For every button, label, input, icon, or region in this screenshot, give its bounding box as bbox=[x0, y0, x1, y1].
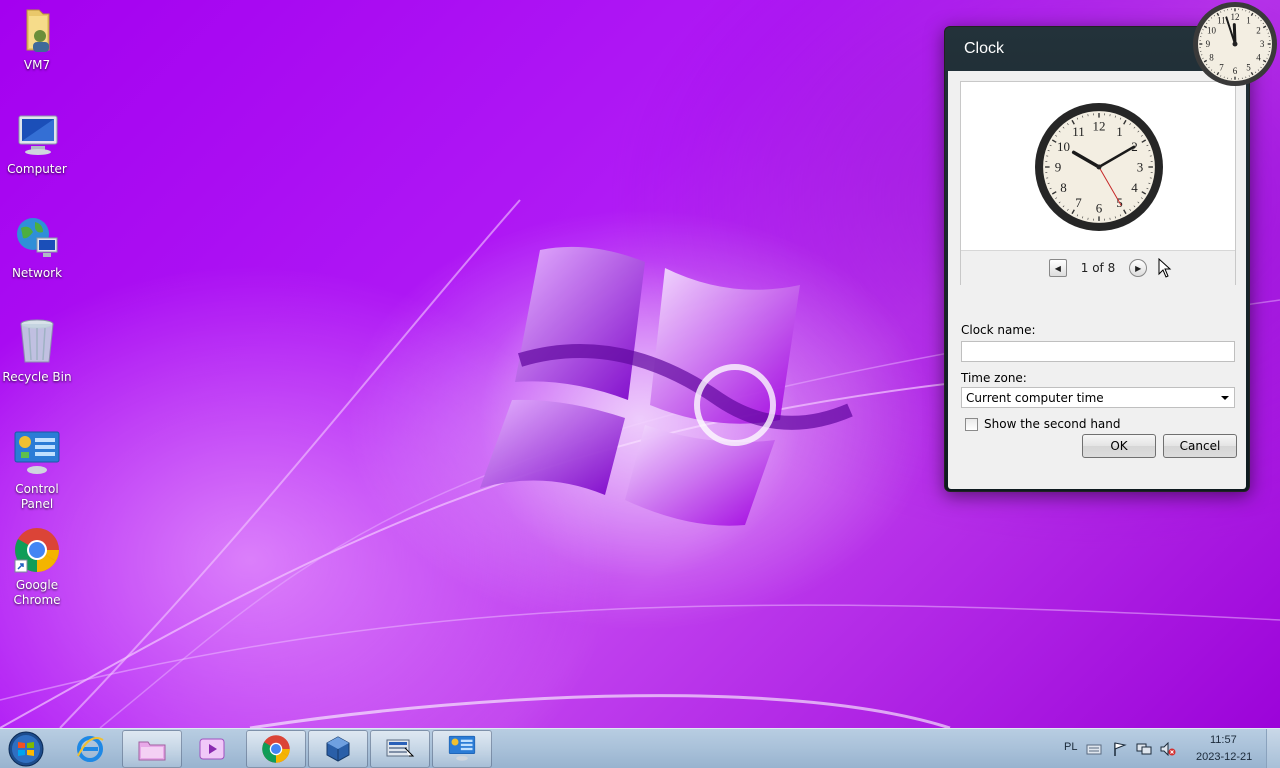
desktop-clock-gadget[interactable]: 12 12 3 45678 9 1011 bbox=[1192, 1, 1278, 87]
desktop-icon-google-chrome[interactable]: Google Chrome bbox=[0, 526, 74, 608]
clock-numeral: 11 bbox=[1072, 124, 1085, 139]
clock-numeral: 6 bbox=[1096, 201, 1103, 216]
clock-name-input[interactable] bbox=[961, 341, 1235, 362]
clock-numeral: 9 bbox=[1206, 39, 1211, 49]
arrow-right-icon: ▶ bbox=[1135, 263, 1142, 273]
tray-time[interactable]: 11:57 bbox=[1210, 734, 1237, 746]
clock-numeral: 1 bbox=[1246, 16, 1251, 26]
virtualbox-icon bbox=[326, 736, 350, 762]
clock-center-pin bbox=[1096, 164, 1102, 170]
clock-numeral: 11 bbox=[1217, 16, 1226, 26]
chrome-icon bbox=[14, 528, 59, 573]
desktop-icon-label: Recycle Bin bbox=[2, 370, 72, 384]
second-hand-label: Show the second hand bbox=[984, 417, 1121, 431]
taskbar-internet-explorer[interactable] bbox=[60, 730, 120, 768]
desktop-icon-label: VM7 bbox=[23, 58, 51, 72]
chrome-icon bbox=[262, 735, 290, 763]
tray-date[interactable]: 2023-12-21 bbox=[1196, 751, 1252, 763]
clock-numeral: 6 bbox=[1233, 66, 1238, 76]
ok-button[interactable]: OK bbox=[1082, 434, 1156, 458]
clock-numeral: 4 bbox=[1131, 180, 1138, 195]
taskbar-windows-explorer[interactable] bbox=[122, 730, 182, 768]
desktop-icon-label: Network bbox=[11, 266, 63, 280]
clock-numeral: 9 bbox=[1055, 160, 1062, 175]
network-tray-icon[interactable] bbox=[1136, 742, 1152, 756]
folder-icon bbox=[138, 741, 166, 761]
clock-numeral: 7 bbox=[1075, 195, 1082, 210]
taskbar-media-player[interactable] bbox=[182, 730, 242, 768]
taskbar-virtualbox[interactable] bbox=[308, 730, 368, 768]
clock-center-pin bbox=[1232, 41, 1238, 47]
start-button[interactable] bbox=[6, 730, 46, 768]
preview-pager: ◀ 1 of 8 ▶ bbox=[961, 250, 1235, 285]
clock-numeral: 8 bbox=[1209, 53, 1214, 63]
arrow-left-icon: ◀ bbox=[1054, 263, 1061, 273]
time-zone-value: Current computer time bbox=[966, 391, 1104, 405]
next-clock-button[interactable]: ▶ bbox=[1129, 259, 1148, 277]
taskbar-google-chrome[interactable] bbox=[246, 730, 306, 768]
desktop-icon-label: Computer bbox=[7, 162, 67, 176]
taskbar-on-screen-keyboard[interactable] bbox=[370, 730, 430, 768]
language-indicator[interactable]: PL bbox=[1064, 741, 1077, 753]
dropdown-arrow-icon bbox=[1221, 396, 1229, 400]
clock-numeral: 12 bbox=[1231, 12, 1240, 22]
desktop-icon-recycle-bin[interactable]: Recycle Bin bbox=[0, 318, 74, 385]
desktop-icon-label: Control Panel bbox=[15, 482, 59, 511]
control-panel-icon bbox=[14, 431, 60, 474]
volume-muted-icon[interactable] bbox=[1160, 742, 1176, 756]
clock-name-label: Clock name: bbox=[961, 323, 1036, 337]
clock-numeral: 4 bbox=[1256, 53, 1261, 63]
previous-clock-button[interactable]: ◀ bbox=[1048, 259, 1067, 277]
clock-settings-window: Clock 121234567891011 ◀ 1 of 8 ▶ Clock n… bbox=[944, 26, 1250, 492]
clock-numeral: 10 bbox=[1207, 26, 1217, 36]
second-hand-checkbox[interactable] bbox=[965, 417, 978, 431]
action-center-flag-icon[interactable] bbox=[1112, 742, 1128, 756]
computer-icon bbox=[18, 115, 58, 155]
window-body: 121234567891011 ◀ 1 of 8 ▶ Clock name: T… bbox=[948, 71, 1246, 489]
recycle-bin-icon bbox=[20, 319, 54, 363]
internet-explorer-icon bbox=[77, 736, 104, 762]
clock-numeral: 1 bbox=[1116, 124, 1123, 139]
time-zone-select[interactable]: Current computer time bbox=[961, 387, 1235, 408]
clock-numeral: 2 bbox=[1256, 26, 1261, 36]
cancel-button[interactable]: Cancel bbox=[1163, 434, 1237, 458]
pager-text: 1 of 8 bbox=[1080, 261, 1116, 275]
clock-numeral: 8 bbox=[1060, 180, 1067, 195]
mouse-cursor-icon bbox=[1158, 258, 1172, 278]
show-desktop-button[interactable] bbox=[1266, 729, 1280, 768]
control-panel-icon bbox=[448, 735, 476, 761]
clock-numeral: 7 bbox=[1219, 63, 1224, 73]
clock-numeral: 3 bbox=[1260, 39, 1265, 49]
time-zone-label: Time zone: bbox=[961, 371, 1027, 385]
keyboard-icon bbox=[386, 739, 415, 757]
keyboard-tray-icon[interactable] bbox=[1086, 742, 1102, 756]
system-tray: PL 11:57 2023-12-21 bbox=[1050, 729, 1280, 768]
desktop-icon-label: Google Chrome bbox=[13, 578, 61, 607]
media-player-icon bbox=[199, 738, 225, 760]
clock-numeral: 10 bbox=[1057, 139, 1070, 154]
clock-numeral: 3 bbox=[1137, 160, 1144, 175]
taskbar: PL 11:57 2023-12-21 bbox=[0, 728, 1280, 768]
clock-preview: 121234567891011 ◀ 1 of 8 ▶ bbox=[960, 81, 1236, 285]
network-globe-icon bbox=[17, 218, 58, 257]
desktop-icon-network[interactable]: Network bbox=[0, 214, 74, 281]
second-hand-option[interactable]: Show the second hand bbox=[965, 417, 1121, 431]
folder-user-icon bbox=[26, 9, 50, 52]
clock-face-preview: 121234567891011 bbox=[1035, 103, 1163, 231]
desktop-icon-vm7[interactable]: VM7 bbox=[0, 6, 74, 73]
desktop-icon-control-panel[interactable]: Control Panel bbox=[0, 430, 74, 512]
clock-numeral: 12 bbox=[1093, 119, 1106, 134]
desktop-icon-computer[interactable]: Computer bbox=[0, 110, 74, 177]
taskbar-control-panel[interactable] bbox=[432, 730, 492, 768]
clock-numeral: 5 bbox=[1246, 63, 1251, 73]
